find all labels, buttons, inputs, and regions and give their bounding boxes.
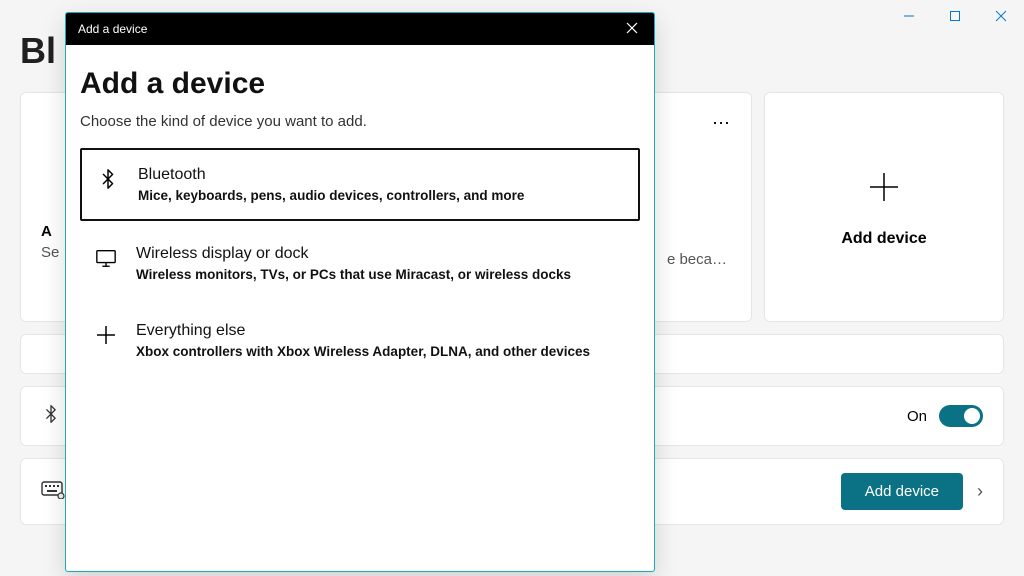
option-desc: Wireless monitors, TVs, or PCs that use … — [136, 267, 571, 282]
option-desc: Xbox controllers with Xbox Wireless Adap… — [136, 344, 590, 359]
monitor-icon — [94, 245, 118, 269]
add-device-button[interactable]: Add device — [841, 473, 963, 510]
option-everything-else[interactable]: Everything else Xbox controllers with Xb… — [80, 306, 640, 375]
modal-title: Add a device — [78, 22, 147, 36]
add-device-card[interactable]: Add device — [764, 92, 1004, 322]
option-bluetooth[interactable]: Bluetooth Mice, keyboards, pens, audio d… — [80, 148, 640, 221]
option-title: Bluetooth — [138, 166, 524, 184]
bluetooth-icon — [96, 166, 120, 190]
minimize-button[interactable] — [886, 0, 932, 32]
toggle-state-label: On — [907, 408, 927, 425]
window-controls — [886, 0, 1024, 32]
option-wireless-display[interactable]: Wireless display or dock Wireless monito… — [80, 229, 640, 298]
option-desc: Mice, keyboards, pens, audio devices, co… — [138, 188, 524, 203]
maximize-button[interactable] — [932, 0, 978, 32]
close-icon[interactable] — [622, 21, 642, 37]
add-device-card-label: Add device — [841, 230, 926, 248]
modal-subtitle: Choose the kind of device you want to ad… — [80, 113, 640, 130]
modal-heading: Add a device — [80, 67, 640, 101]
plus-icon — [94, 322, 118, 346]
option-title: Everything else — [136, 322, 590, 340]
close-window-button[interactable] — [978, 0, 1024, 32]
bluetooth-icon — [41, 404, 61, 429]
more-icon[interactable]: ⋯ — [712, 113, 731, 134]
add-device-modal: Add a device Add a device Choose the kin… — [65, 12, 655, 572]
chevron-right-icon[interactable]: › — [977, 481, 983, 502]
option-title: Wireless display or dock — [136, 245, 571, 263]
plus-icon — [864, 167, 904, 214]
modal-titlebar: Add a device — [66, 13, 654, 45]
keyboard-icon — [41, 479, 65, 504]
bluetooth-toggle[interactable] — [939, 405, 983, 427]
truncated-text: e beca… — [667, 251, 727, 268]
